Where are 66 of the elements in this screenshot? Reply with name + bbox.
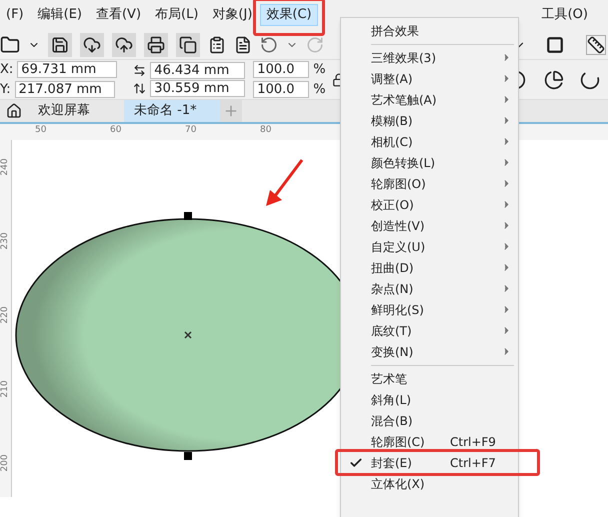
- clipboard-icon[interactable]: [208, 36, 226, 54]
- menu-item[interactable]: 轮廓图(C) Ctrl+F9: [341, 431, 518, 452]
- menu-item[interactable]: 相机(C): [341, 131, 518, 152]
- menu-item[interactable]: 艺术笔: [341, 368, 518, 389]
- menu-item[interactable]: 变换(N): [341, 341, 518, 362]
- copy-icon[interactable]: [176, 32, 200, 56]
- menu-item[interactable]: 杂点(N): [341, 278, 518, 299]
- ruler-label: 70: [185, 124, 198, 137]
- scale-field[interactable]: 100.0: [253, 81, 310, 98]
- menu-item[interactable]: 校正(O): [341, 194, 518, 215]
- frame-icon[interactable]: [546, 36, 564, 54]
- menu-item[interactable]: 创造性(V): [341, 215, 518, 236]
- redo-icon[interactable]: [306, 36, 324, 54]
- menu-item[interactable]: 扭曲(D): [341, 257, 518, 278]
- position-field[interactable]: 69.731 mm: [17, 60, 118, 78]
- scale-field[interactable]: 100.0: [253, 60, 310, 78]
- size-field[interactable]: 30.559 mm: [150, 80, 246, 97]
- document-tab[interactable]: 未命名 -1*: [124, 100, 220, 122]
- menu-item[interactable]: 艺术笔触(A): [341, 89, 518, 110]
- ruler-label: 210: [0, 383, 12, 395]
- ruler-label: 230: [0, 235, 12, 247]
- menu-item[interactable]: 底纹(T): [341, 320, 518, 341]
- folder-icon[interactable]: [0, 34, 20, 54]
- menu-item[interactable]: 轮廓图(O): [341, 173, 518, 194]
- menu-item[interactable]: 自定义(U): [341, 236, 518, 257]
- field-label: X:: [0, 60, 14, 78]
- menu-bar-item[interactable]: 编辑(E): [32, 4, 88, 26]
- position-field[interactable]: 217.087 mm: [14, 81, 115, 98]
- percent-unit: %: [313, 60, 326, 78]
- save-icon[interactable]: [48, 32, 72, 56]
- cloud-upload-icon[interactable]: [112, 32, 136, 56]
- menu-item[interactable]: 斜角(L): [341, 389, 518, 410]
- menu-item[interactable]: 拼合效果: [341, 20, 518, 41]
- percent-unit: %: [313, 81, 326, 99]
- undo-icon[interactable]: [260, 36, 278, 54]
- print-icon[interactable]: [144, 32, 168, 56]
- width-icon: [133, 64, 146, 77]
- menu-bar-item[interactable]: 对象(J): [206, 4, 258, 26]
- menu-item[interactable]: 鲜明化(S): [341, 299, 518, 320]
- ruler-label: 200: [0, 457, 12, 469]
- ruler-label: 50: [35, 124, 48, 137]
- menu-item[interactable]: 封套(E) Ctrl+F7: [341, 452, 518, 473]
- menu-item[interactable]: 混合(B): [341, 410, 518, 431]
- ruler-icon[interactable]: [586, 34, 606, 54]
- field-label: Y:: [0, 81, 11, 99]
- menu-bar-item[interactable]: (F): [0, 4, 30, 26]
- menu-bar-item[interactable]: 布局(L): [149, 4, 204, 26]
- menu-item[interactable]: 立体化(X): [341, 473, 518, 494]
- height-icon: [133, 82, 146, 95]
- menu-bar-item[interactable]: 效果(C): [260, 4, 318, 26]
- ruler-label: 80: [260, 124, 272, 137]
- menu-item[interactable]: 模糊(B): [341, 110, 518, 131]
- arrow-icon: [264, 158, 304, 208]
- arc-icon[interactable]: [580, 70, 600, 90]
- document-icon[interactable]: [234, 36, 252, 54]
- ruler-label: 60: [110, 124, 122, 137]
- ruler-label: 220: [0, 309, 12, 321]
- size-field[interactable]: 46.434 mm: [150, 62, 246, 79]
- cloud-download-icon[interactable]: [80, 32, 104, 56]
- pie-icon[interactable]: [544, 70, 564, 90]
- menu-bar-item[interactable]: 查看(V): [90, 4, 148, 26]
- ruler-label: 240: [0, 161, 12, 173]
- menu-item[interactable]: 调整(A): [341, 68, 518, 89]
- menu-item[interactable]: 三维效果(3): [341, 47, 518, 68]
- menu-item[interactable]: 颜色转换(L): [341, 152, 518, 173]
- menu-bar-item[interactable]: 工具(O): [536, 4, 594, 26]
